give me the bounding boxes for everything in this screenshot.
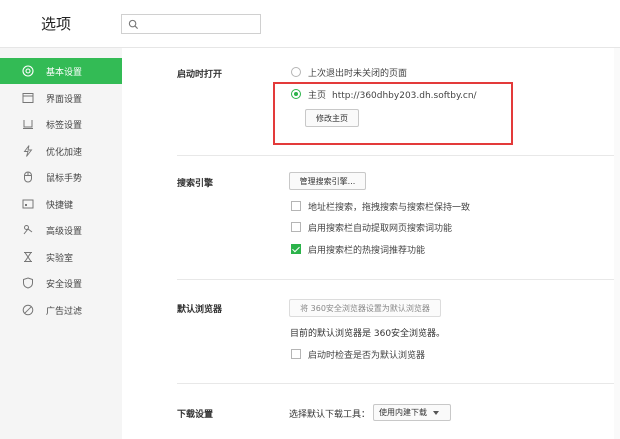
section-title-default-browser: 默认浏览器 (177, 305, 223, 315)
scrollbar[interactable] (614, 48, 620, 439)
sidebar-item-label: 广告过滤 (46, 307, 83, 317)
sidebar-item-label: 安全设置 (46, 280, 83, 290)
section-divider (177, 155, 620, 156)
sidebar-item-mouse-gestures[interactable]: 鼠标手势 (0, 164, 122, 190)
lightning-icon (23, 145, 33, 157)
startup-option-last-session[interactable]: 上次退出时未关闭的页面 (291, 65, 407, 79)
sidebar-item-ad-filter[interactable]: 广告过滤 (0, 297, 122, 323)
checkbox-hot-words[interactable] (291, 244, 301, 254)
option-label: 上次退出时未关闭的页面 (308, 68, 408, 79)
mouse-icon (24, 171, 32, 183)
sidebar-item-label: 快捷键 (46, 201, 74, 211)
window-icon (22, 93, 34, 103)
checkbox-auto-extract[interactable] (291, 222, 301, 232)
sidebar-item-label: 标签设置 (46, 121, 83, 131)
sidebar-item-advanced[interactable]: 高级设置 (0, 217, 122, 243)
block-icon (22, 304, 34, 316)
highlight-box (273, 82, 513, 145)
download-tool-value: 使用内建下载 (379, 408, 427, 417)
checkbox-check-default[interactable] (291, 349, 301, 359)
sidebar-item-shortcuts[interactable]: 快捷键 (0, 191, 122, 217)
option-label: 启动时检查是否为默认浏览器 (308, 350, 426, 361)
search-input[interactable] (142, 16, 258, 32)
sidebar-item-label: 界面设置 (46, 95, 83, 105)
search-option-sync[interactable]: 地址栏搜索，拖拽搜索与搜索栏保持一致 (291, 199, 470, 213)
option-label: 地址栏搜索，拖拽搜索与搜索栏保持一致 (308, 202, 471, 213)
section-title-search-engine: 搜索引擎 (177, 179, 214, 189)
sidebar-item-optimize[interactable]: 优化加速 (0, 138, 122, 164)
section-divider (177, 279, 620, 280)
sidebar-item-basic-settings[interactable]: 基本设置 (0, 58, 122, 84)
sidebar-item-label: 基本设置 (46, 68, 83, 78)
section-title-download: 下载设置 (177, 410, 214, 420)
search-box[interactable] (121, 14, 261, 34)
top-bar: 选项 (0, 0, 620, 48)
lab-icon (24, 252, 32, 262)
sidebar-item-lab[interactable]: 实验室 (0, 244, 122, 270)
sidebar: 基本设置 界面设置 标签设置 优化加速 鼠标手势 快捷键 高级设置 实验室 安全… (0, 48, 122, 439)
sidebar-item-interface-settings[interactable]: 界面设置 (0, 85, 122, 111)
section-divider (177, 383, 620, 384)
settings-icon (22, 65, 34, 77)
search-icon (128, 19, 139, 30)
tab-icon (23, 120, 33, 129)
set-default-browser-button[interactable]: 将 360安全浏览器设置为默认浏览器 (289, 299, 441, 317)
option-label: 启用搜索栏自动提取网页搜索词功能 (308, 223, 453, 234)
advanced-icon (23, 225, 33, 235)
shield-icon (23, 277, 33, 289)
manage-search-engines-button[interactable]: 管理搜索引擎... (289, 172, 366, 190)
default-browser-status: 目前的默认浏览器是 360安全浏览器。 (290, 329, 446, 339)
section-title-startup: 启动时打开 (177, 70, 223, 80)
download-tool-label: 选择默认下载工具： (289, 410, 371, 420)
radio-last-session[interactable] (291, 67, 301, 77)
search-option-auto-extract[interactable]: 启用搜索栏自动提取网页搜索词功能 (291, 220, 452, 234)
sidebar-item-security[interactable]: 安全设置 (0, 270, 122, 296)
sidebar-item-label: 鼠标手势 (46, 174, 83, 184)
download-tool-dropdown[interactable]: 使用内建下载 (373, 404, 451, 421)
search-option-hot-words[interactable]: 启用搜索栏的热搜词推荐功能 (291, 242, 425, 256)
page-title: 选项 (41, 15, 72, 33)
sidebar-item-label: 高级设置 (46, 227, 83, 237)
sidebar-item-label: 优化加速 (46, 148, 83, 158)
default-browser-check-option[interactable]: 启动时检查是否为默认浏览器 (291, 347, 425, 361)
sidebar-item-label: 实验室 (46, 254, 74, 264)
checkbox-sync[interactable] (291, 201, 301, 211)
keyboard-icon (22, 199, 34, 209)
sidebar-item-tab-settings[interactable]: 标签设置 (0, 111, 122, 137)
option-label: 启用搜索栏的热搜词推荐功能 (308, 245, 426, 256)
chevron-down-icon (433, 410, 439, 415)
